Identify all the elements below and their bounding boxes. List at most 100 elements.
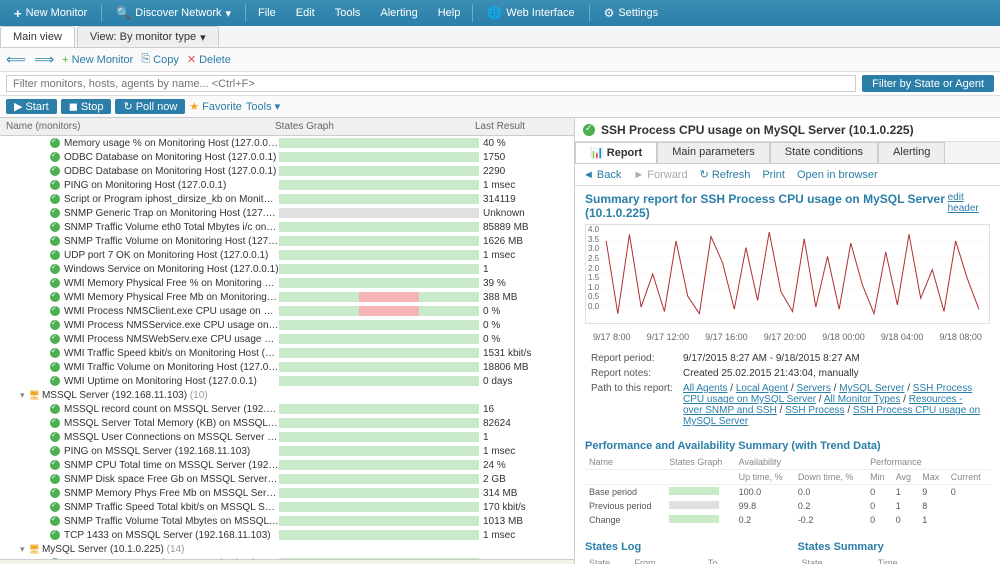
- monitor-list[interactable]: Memory usage % on Monitoring Host (127.0…: [0, 136, 574, 559]
- menu-tools[interactable]: Tools: [327, 3, 369, 23]
- monitor-row[interactable]: SNMP Generic Trap on Monitoring Host (12…: [0, 206, 574, 220]
- path-link[interactable]: All Agents: [683, 383, 727, 394]
- filter-input[interactable]: [6, 75, 856, 92]
- monitor-name[interactable]: SNMP Generic Trap on Monitoring Host (12…: [64, 208, 279, 219]
- monitor-row[interactable]: SNMP CPU Total time on MSSQL Server (192…: [0, 458, 574, 472]
- tab-main-parameters[interactable]: Main parameters: [657, 142, 770, 163]
- path-link[interactable]: Local Agent: [736, 383, 788, 394]
- monitor-name[interactable]: SNMP Disk space Free Gb on MSSQL Server …: [64, 474, 279, 485]
- menu-help[interactable]: Help: [430, 3, 469, 23]
- monitor-row[interactable]: WMI Traffic Volume on Monitoring Host (1…: [0, 360, 574, 374]
- tab-by-monitor-type[interactable]: View: By monitor type ▾: [77, 26, 219, 47]
- new-monitor-link[interactable]: +New Monitor: [62, 54, 133, 66]
- monitor-name[interactable]: WMI Process NMSService.exe CPU usage on …: [64, 320, 279, 331]
- filter-state-button[interactable]: Filter by State or Agent: [862, 75, 994, 92]
- web-interface-button[interactable]: 🌐Web Interface: [477, 2, 584, 24]
- monitor-row[interactable]: WMI Uptime on Monitoring Host (127.0.0.1…: [0, 374, 574, 388]
- start-button[interactable]: ▶Start: [6, 99, 57, 114]
- monitor-name[interactable]: MSSQL record count on MSSQL Server (192.…: [64, 404, 279, 415]
- monitor-name[interactable]: SNMP Traffic Speed Total kbit/s on MSSQL…: [64, 502, 279, 513]
- group-name[interactable]: MySQL Server (10.1.0.225) (14): [42, 544, 287, 555]
- col-states[interactable]: States Graph: [275, 121, 475, 132]
- tab-state-conditions[interactable]: State conditions: [770, 142, 878, 163]
- monitor-name[interactable]: Script or Program iphost_dirsize_kb on M…: [64, 194, 279, 205]
- monitor-name[interactable]: SNMP Traffic Volume on Monitoring Host (…: [64, 236, 279, 247]
- path-link[interactable]: Servers: [796, 383, 830, 394]
- monitor-row[interactable]: WMI Memory Physical Free % on Monitoring…: [0, 276, 574, 290]
- delete-button[interactable]: ✕Delete: [187, 53, 231, 66]
- monitor-name[interactable]: SNMP CPU Total time on MSSQL Server (192…: [64, 460, 279, 471]
- col-name[interactable]: Name (monitors): [0, 121, 275, 132]
- new-monitor-button[interactable]: +New Monitor: [4, 2, 97, 25]
- path-link[interactable]: SSH Process: [785, 405, 844, 416]
- monitor-row[interactable]: WMI Process NMSService.exe CPU usage on …: [0, 318, 574, 332]
- monitor-name[interactable]: WMI Traffic Volume on Monitoring Host (1…: [64, 362, 279, 373]
- monitor-name[interactable]: SNMP Memory Phys Free Mb on MSSQL Server…: [64, 488, 279, 499]
- discover-network-button[interactable]: 🔍Discover Network▾: [106, 2, 241, 24]
- monitor-row[interactable]: PING on MSSQL Server (192.168.11.103) 1 …: [0, 444, 574, 458]
- monitor-row[interactable]: SNMP Traffic Speed Total kbit/s on MSSQL…: [0, 500, 574, 514]
- monitor-name[interactable]: ODBC Database on Monitoring Host (127.0.…: [64, 166, 279, 177]
- monitor-name[interactable]: PING on Monitoring Host (127.0.0.1): [64, 180, 279, 191]
- monitor-row[interactable]: MSSQL User Connections on MSSQL Server (…: [0, 430, 574, 444]
- monitor-row[interactable]: WMI Process NMSWebServ.exe CPU usage on …: [0, 332, 574, 346]
- monitor-name[interactable]: TCP 1433 on MSSQL Server (192.168.11.103…: [64, 530, 279, 541]
- monitor-row[interactable]: ODBC Database on Monitoring Host (127.0.…: [0, 150, 574, 164]
- monitor-row[interactable]: WMI Traffic Speed kbit/s on Monitoring H…: [0, 346, 574, 360]
- monitor-row[interactable]: SNMP Traffic Volume on Monitoring Host (…: [0, 234, 574, 248]
- monitor-name[interactable]: WMI Traffic Speed kbit/s on Monitoring H…: [64, 348, 279, 359]
- path-link[interactable]: MySQL Server: [839, 383, 904, 394]
- monitor-row[interactable]: WMI Process NMSClient.exe CPU usage on M…: [0, 304, 574, 318]
- menu-edit[interactable]: Edit: [288, 3, 323, 23]
- cpu-chart[interactable]: 4.03.53.02.52.01.51.00.50.0: [585, 224, 990, 324]
- open-browser-link[interactable]: Open in browser: [797, 169, 878, 181]
- monitor-row[interactable]: MSSQL record count on MSSQL Server (192.…: [0, 402, 574, 416]
- monitor-name[interactable]: Memory usage % on Monitoring Host (127.0…: [64, 138, 279, 149]
- monitor-group[interactable]: ▾🖥MSSQL Server (192.168.11.103) (10): [0, 388, 574, 402]
- monitor-name[interactable]: SNMP Traffic Volume Total Mbytes on MSSQ…: [64, 516, 279, 527]
- monitor-name[interactable]: PING on MSSQL Server (192.168.11.103): [64, 446, 279, 457]
- monitor-row[interactable]: Script or Program iphost_dirsize_kb on M…: [0, 192, 574, 206]
- monitor-name[interactable]: Windows Service on Monitoring Host (127.…: [64, 264, 279, 275]
- monitor-row[interactable]: ODBC Database on Monitoring Host (127.0.…: [0, 164, 574, 178]
- refresh-link[interactable]: ↻Refresh: [700, 168, 751, 181]
- monitor-row[interactable]: Windows Service on Monitoring Host (127.…: [0, 262, 574, 276]
- favorite-link[interactable]: ★Favorite: [189, 100, 242, 113]
- monitor-name[interactable]: MSSQL Server Total Memory (KB) on MSSQL …: [64, 418, 279, 429]
- back-button[interactable]: ⟸: [6, 51, 26, 68]
- menu-file[interactable]: File: [250, 3, 284, 23]
- monitor-row[interactable]: TCP 1433 on MSSQL Server (192.168.11.103…: [0, 528, 574, 542]
- monitor-group[interactable]: ▾🖥MySQL Server (10.1.0.225) (14): [0, 542, 574, 556]
- monitor-row[interactable]: SNMP Traffic Volume Total Mbytes on MSSQ…: [0, 514, 574, 528]
- monitor-name[interactable]: WMI Memory Physical Free % on Monitoring…: [64, 278, 279, 289]
- monitor-row[interactable]: WMI Memory Physical Free Mb on Monitorin…: [0, 290, 574, 304]
- tab-alerting[interactable]: Alerting: [878, 142, 945, 163]
- monitor-name[interactable]: ODBC Database on Monitoring Host (127.0.…: [64, 152, 279, 163]
- tab-main-view[interactable]: Main view: [0, 26, 75, 47]
- monitor-row[interactable]: Memory usage % on Monitoring Host (127.0…: [0, 136, 574, 150]
- copy-button[interactable]: ⎘Copy: [141, 53, 179, 66]
- monitor-name[interactable]: MSSQL User Connections on MSSQL Server (…: [64, 432, 279, 443]
- tools-link[interactable]: Tools▾: [246, 100, 280, 113]
- monitor-row[interactable]: SNMP Traffic Volume eth0 Total Mbytes i/…: [0, 220, 574, 234]
- monitor-name[interactable]: UDP port 7 OK on Monitoring Host (127.0.…: [64, 250, 279, 261]
- monitor-row[interactable]: PING on Monitoring Host (127.0.0.1) 1 ms…: [0, 178, 574, 192]
- monitor-name[interactable]: WMI Uptime on Monitoring Host (127.0.0.1…: [64, 376, 279, 387]
- path-link[interactable]: All Monitor Types: [824, 394, 901, 405]
- monitor-name[interactable]: SNMP Traffic Volume eth0 Total Mbytes i/…: [64, 222, 279, 233]
- poll-button[interactable]: ↻Poll now: [115, 99, 185, 114]
- back-link[interactable]: ◄Back: [583, 169, 621, 181]
- print-link[interactable]: Print: [762, 169, 785, 181]
- group-name[interactable]: MSSQL Server (192.168.11.103) (10): [42, 390, 287, 401]
- monitor-name[interactable]: WMI Process NMSClient.exe CPU usage on M…: [64, 306, 279, 317]
- menu-alerting[interactable]: Alerting: [372, 3, 425, 23]
- settings-button[interactable]: ⚙Settings: [594, 2, 669, 24]
- monitor-row[interactable]: UDP port 7 OK on Monitoring Host (127.0.…: [0, 248, 574, 262]
- stop-button[interactable]: ◼Stop: [61, 99, 112, 114]
- edit-header-link[interactable]: edit header: [948, 192, 990, 220]
- col-result[interactable]: Last Result: [475, 121, 574, 132]
- forward-button[interactable]: ⟹: [34, 51, 54, 68]
- monitor-row[interactable]: SNMP Disk space Free Gb on MSSQL Server …: [0, 472, 574, 486]
- monitor-row[interactable]: MSSQL Server Total Memory (KB) on MSSQL …: [0, 416, 574, 430]
- monitor-name[interactable]: WMI Process NMSWebServ.exe CPU usage on …: [64, 334, 279, 345]
